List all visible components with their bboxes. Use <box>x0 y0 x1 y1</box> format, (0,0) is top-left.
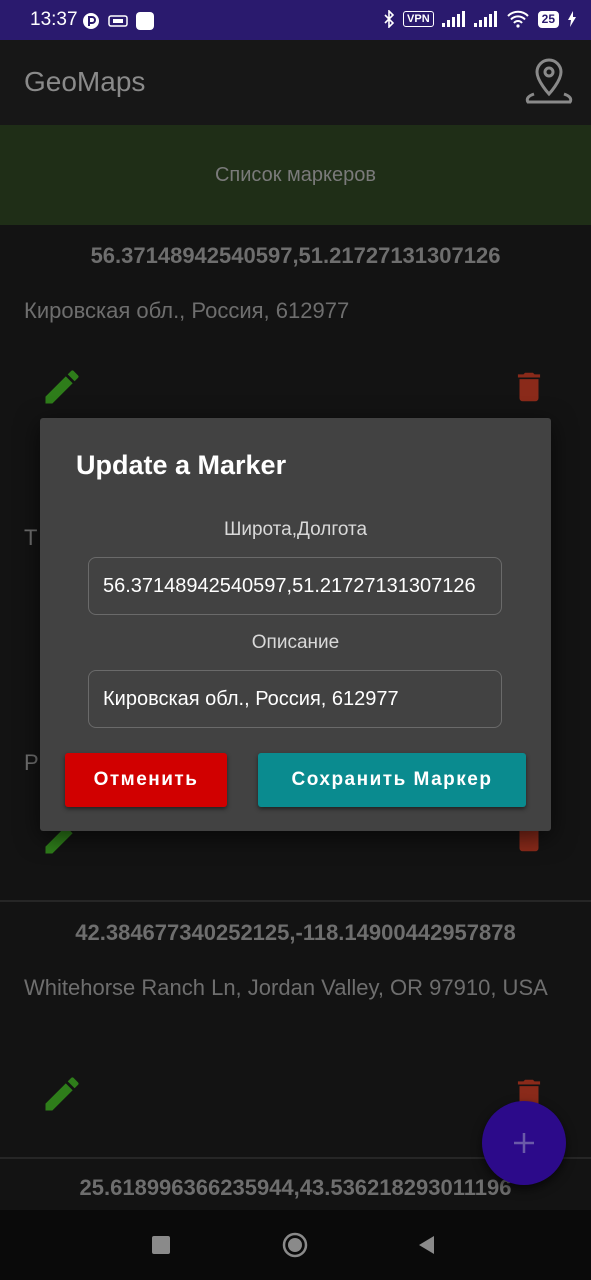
marker-description: Кировская обл., Россия, 612977 <box>24 298 350 323</box>
marker-coords: 56.37148942540597,51.21727131307126 <box>90 243 501 268</box>
marker-description: Whitehorse Ranch Ln, Jordan Valley, OR 9… <box>24 975 548 1000</box>
app-square-icon <box>136 12 154 30</box>
status-time: 13:37 <box>30 9 78 30</box>
battery-indicator: 25 <box>537 10 559 28</box>
sim-icon <box>108 15 128 27</box>
app-bar: GeoMaps <box>0 40 591 125</box>
marker-coords: 42.384677340252125,-118.14900442957878 <box>75 920 516 945</box>
signal-icon <box>441 11 465 27</box>
app-notification-icon <box>83 13 99 29</box>
dialog-title: Update a Marker <box>76 450 287 480</box>
vpn-badge: VPN <box>403 11 434 27</box>
recents-button[interactable] <box>152 1236 170 1254</box>
charging-icon <box>568 11 576 27</box>
edit-marker-button[interactable] <box>40 1072 84 1116</box>
map-pin-icon <box>525 58 573 104</box>
plus-icon <box>514 1133 534 1153</box>
home-button[interactable] <box>282 1232 308 1258</box>
delete-marker-button[interactable] <box>510 367 548 411</box>
map-pin-button[interactable] <box>522 56 576 110</box>
back-button[interactable] <box>416 1234 436 1256</box>
wifi-icon <box>506 10 529 28</box>
description-input[interactable] <box>88 670 502 728</box>
edit-marker-button[interactable] <box>40 365 84 409</box>
list-header: Список маркеров <box>0 125 591 225</box>
latlng-input[interactable] <box>88 557 502 615</box>
trash-icon <box>517 372 541 402</box>
list-header-label: Список маркеров <box>214 163 377 186</box>
description-label: Описание <box>251 632 340 653</box>
add-marker-button[interactable] <box>482 1101 566 1185</box>
pencil-icon <box>45 1077 79 1111</box>
status-bar: 13:37 VPN 25 <box>0 0 591 40</box>
latlng-label: Широта,Долгота <box>223 519 368 540</box>
app-title: GeoMaps <box>24 66 146 97</box>
save-marker-button[interactable]: Сохранить Маркер <box>258 753 526 807</box>
pencil-icon <box>45 370 79 404</box>
cancel-button[interactable]: Отменить <box>65 753 227 807</box>
update-marker-dialog: Update a Marker Широта,Долгота Описание … <box>40 418 551 831</box>
navigation-bar <box>0 1210 591 1280</box>
bluetooth-icon <box>384 10 395 28</box>
signal-icon-2 <box>473 11 497 27</box>
